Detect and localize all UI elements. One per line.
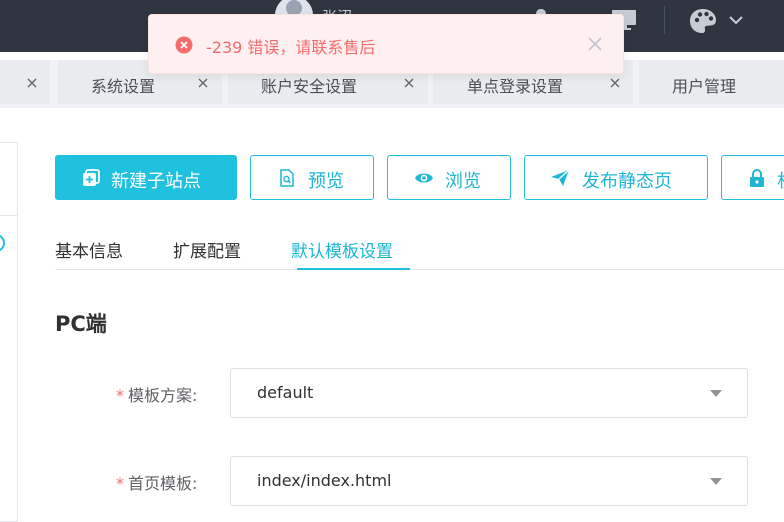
close-icon[interactable] xyxy=(197,77,209,89)
lock-icon xyxy=(750,169,764,187)
select-value: default xyxy=(257,383,314,402)
error-toast: -239 错误，请联系售后 xyxy=(148,14,624,74)
header-divider xyxy=(664,6,665,34)
close-icon[interactable] xyxy=(609,77,621,89)
close-icon[interactable] xyxy=(403,77,415,89)
subtab-basic-info[interactable]: 基本信息 xyxy=(55,237,123,262)
add-site-icon xyxy=(83,169,100,186)
preview-button[interactable]: 预览 xyxy=(250,155,374,200)
lock-button[interactable]: 机 xyxy=(721,155,784,200)
subtab-extended-config[interactable]: 扩展配置 xyxy=(173,237,241,262)
template-scheme-select[interactable]: default xyxy=(230,368,748,418)
field-label: 模板方案: xyxy=(128,386,198,405)
caret-down-icon xyxy=(710,478,722,485)
homepage-template-label: * 首页模板: xyxy=(116,470,197,494)
caret-down-icon xyxy=(710,390,722,397)
button-label: 浏览 xyxy=(445,171,481,192)
divider xyxy=(0,215,17,216)
required-mark: * xyxy=(116,386,124,405)
active-tab-indicator xyxy=(297,268,410,270)
template-scheme-label: * 模板方案: xyxy=(116,382,197,406)
close-icon[interactable] xyxy=(586,35,604,53)
new-subsite-button[interactable]: 新建子站点 xyxy=(55,155,237,200)
tab-label: 系统设置 xyxy=(91,77,156,96)
required-mark: * xyxy=(116,474,124,493)
subtab-default-template[interactable]: 默认模板设置 xyxy=(291,237,393,262)
side-panel xyxy=(0,142,18,522)
send-icon xyxy=(551,169,570,186)
error-circle-icon xyxy=(175,36,193,54)
preview-doc-icon xyxy=(280,169,294,187)
browse-button[interactable]: 浏览 xyxy=(387,155,511,200)
chevron-down-icon[interactable] xyxy=(728,14,744,26)
tab-user-management[interactable]: 用户管理 xyxy=(639,60,784,104)
button-label: 机 xyxy=(777,167,784,193)
close-icon[interactable] xyxy=(26,77,38,89)
field-label: 首页模板: xyxy=(128,474,198,493)
button-label: 新建子站点 xyxy=(111,171,201,192)
eye-icon xyxy=(415,173,433,183)
toast-message: -239 错误，请联系售后 xyxy=(206,38,376,57)
tab-item[interactable] xyxy=(0,60,50,104)
select-value: index/index.html xyxy=(257,471,392,490)
button-label: 预览 xyxy=(308,171,344,192)
section-title: PC端 xyxy=(55,312,107,336)
button-label: 发布静态页 xyxy=(582,171,672,192)
tab-label: 用户管理 xyxy=(672,77,737,96)
subtab-divider xyxy=(55,269,784,270)
circle-icon[interactable] xyxy=(0,233,6,253)
tab-label: 单点登录设置 xyxy=(467,77,564,96)
tab-label: 账户安全设置 xyxy=(261,77,358,96)
publish-static-button[interactable]: 发布静态页 xyxy=(524,155,708,200)
homepage-template-select[interactable]: index/index.html xyxy=(230,456,748,506)
palette-icon[interactable] xyxy=(689,8,717,34)
